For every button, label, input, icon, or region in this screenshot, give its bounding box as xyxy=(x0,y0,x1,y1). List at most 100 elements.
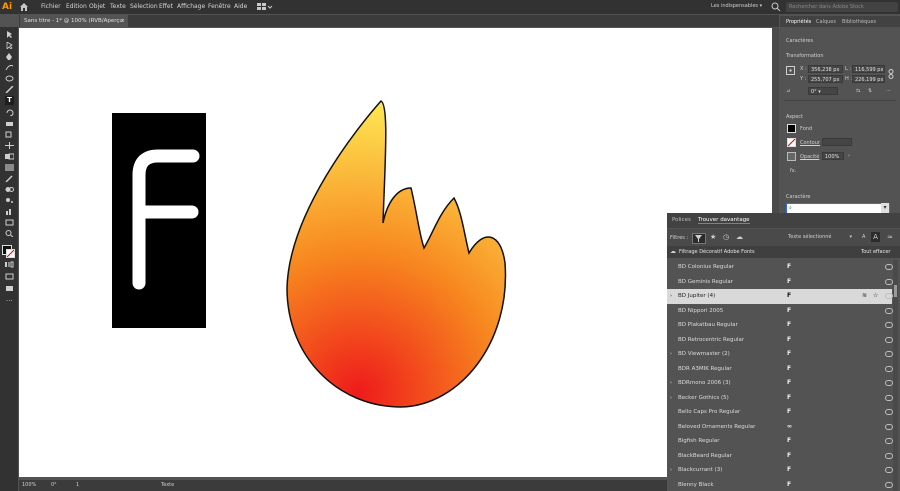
cloud-icon[interactable] xyxy=(885,452,893,459)
tab-bibliotheques[interactable]: Bibliothèques xyxy=(842,19,876,25)
more-options-icon[interactable]: ··· xyxy=(886,88,891,94)
arrange-documents-icon[interactable] xyxy=(257,3,273,11)
expand-chevron-icon[interactable]: › xyxy=(670,467,672,473)
cloud-icon[interactable] xyxy=(885,380,893,386)
size-large-a[interactable]: A xyxy=(871,232,880,242)
cloud-icon[interactable] xyxy=(885,278,893,285)
search-icon[interactable] xyxy=(771,2,781,12)
cloud-icon[interactable] xyxy=(885,322,893,328)
menu-affichage[interactable]: Affichage xyxy=(177,3,205,10)
chevron-right-icon[interactable]: › xyxy=(848,153,850,159)
favorites-star-icon[interactable]: ★ xyxy=(710,233,716,241)
font-row[interactable]: BD Colonius Regular F xyxy=(667,260,893,275)
draw-mode-icon[interactable] xyxy=(5,273,14,280)
stroke-swatch[interactable] xyxy=(6,249,15,258)
fill-stroke-swatch[interactable] xyxy=(2,245,15,258)
flip-horizontal-icon[interactable]: ⇆ xyxy=(856,88,860,94)
font-row[interactable]: › BDRmono 2006 (3) F xyxy=(667,376,893,391)
similar-icon[interactable]: ≋ xyxy=(862,292,867,299)
recent-clock-icon[interactable]: ◷ xyxy=(723,233,729,241)
opacity-field[interactable]: 100% xyxy=(822,152,844,160)
reference-point-icon[interactable] xyxy=(786,66,795,75)
expand-chevron-icon[interactable]: › xyxy=(670,395,672,401)
pen-tool-icon[interactable] xyxy=(5,53,14,60)
height-field[interactable]: 226,199 px xyxy=(852,75,885,83)
menu-selection[interactable]: Sélection xyxy=(130,3,158,10)
size-small-a[interactable]: A xyxy=(862,234,865,240)
eyedropper-tool-icon[interactable] xyxy=(5,175,14,182)
color-mode-icon[interactable] xyxy=(5,261,14,268)
expand-chevron-icon[interactable]: › xyxy=(670,380,672,386)
menu-edition[interactable]: Edition xyxy=(66,3,87,10)
paintbrush-tool-icon[interactable] xyxy=(5,86,14,93)
workspace-switcher[interactable]: Les indispensables ▾ xyxy=(711,3,762,9)
column-graph-tool-icon[interactable] xyxy=(5,208,14,215)
shape-builder-tool-icon[interactable] xyxy=(5,153,14,160)
font-row[interactable]: BD Nippori 2005 F xyxy=(667,304,893,319)
filter-icon[interactable] xyxy=(692,233,706,244)
font-row[interactable]: BD Plakatbau Regular F xyxy=(667,318,893,333)
stock-search-input[interactable]: Rechercher dans Adobe Stock xyxy=(786,2,898,12)
clear-all-button[interactable]: Tout effacer xyxy=(861,249,890,255)
flip-vertical-icon[interactable]: ⇅ xyxy=(868,88,872,94)
selection-tool-icon[interactable] xyxy=(5,31,14,38)
tab-calques[interactable]: Calques xyxy=(816,19,836,25)
similar-fonts-icon[interactable]: ≈ xyxy=(887,233,893,241)
stroke-weight-field[interactable] xyxy=(822,138,852,146)
cloud-sync-icon[interactable]: ☁ xyxy=(736,233,743,241)
direct-selection-tool-icon[interactable] xyxy=(5,42,14,49)
cloud-icon[interactable] xyxy=(885,481,893,488)
tab-proprietes[interactable]: Propriétés xyxy=(786,19,811,25)
gradient-tool-icon[interactable] xyxy=(5,164,14,171)
cloud-icon[interactable] xyxy=(885,365,893,372)
font-row[interactable]: Bello Caps Pro Regular F xyxy=(667,405,893,420)
rotation-value[interactable]: 0° xyxy=(51,482,57,488)
sample-text-dropdown[interactable]: Texte sélectionné ▾ xyxy=(788,233,854,242)
document-tab[interactable]: Sans titre - 1* @ 100% (RVB/Aperçu GPU) … xyxy=(20,15,128,36)
cloud-icon[interactable] xyxy=(885,351,893,357)
width-tool-icon[interactable] xyxy=(5,142,14,149)
cloud-icon[interactable] xyxy=(885,336,893,343)
close-icon[interactable]: × xyxy=(120,15,125,27)
cloud-icon[interactable] xyxy=(885,438,893,444)
fill-color-swatch[interactable] xyxy=(787,124,796,133)
eraser-tool-icon[interactable] xyxy=(5,120,14,127)
x-field[interactable]: 356,238 px xyxy=(808,65,843,73)
font-row[interactable]: BD Geminis Regular F xyxy=(667,275,893,290)
menu-texte[interactable]: Texte xyxy=(110,3,126,10)
zoom-level[interactable]: 100% xyxy=(22,482,36,488)
font-row[interactable]: BlackBeard Regular F xyxy=(667,449,893,464)
y-field[interactable]: 255,707 px xyxy=(808,75,843,83)
angle-field[interactable]: 0° ▾ xyxy=(808,87,838,95)
cloud-icon[interactable] xyxy=(885,409,893,415)
width-field[interactable]: 116,599 px xyxy=(852,65,885,73)
cloud-icon[interactable] xyxy=(885,394,893,401)
font-row[interactable]: Bigfish Regular F xyxy=(667,434,893,449)
curvature-tool-icon[interactable] xyxy=(5,64,14,71)
artboard-canvas[interactable] xyxy=(19,28,779,477)
font-row[interactable]: › Becker Gothics (5) F xyxy=(667,391,893,406)
opacity-label[interactable]: Opacité xyxy=(800,154,819,160)
font-list-scrollbar-thumb[interactable] xyxy=(894,285,897,297)
expand-chevron-icon[interactable]: › xyxy=(670,351,672,357)
font-row[interactable]: › BD Viewmaster (2) F xyxy=(667,347,893,362)
font-row[interactable]: › BD Jupiter (4) F ≋ ☆ xyxy=(667,289,893,304)
cloud-icon[interactable] xyxy=(885,467,893,473)
zoom-tool-icon[interactable] xyxy=(5,230,14,237)
ellipse-tool-icon[interactable] xyxy=(5,75,14,82)
menu-fichier[interactable]: Fichier xyxy=(41,3,61,10)
menu-objet[interactable]: Objet xyxy=(89,3,105,10)
menu-aide[interactable]: Aide xyxy=(234,3,247,10)
flame-artwork[interactable] xyxy=(279,93,509,413)
expand-chevron-icon[interactable]: › xyxy=(670,293,672,299)
cloud-icon[interactable] xyxy=(885,293,893,299)
stroke-color-swatch[interactable] xyxy=(787,138,796,147)
artboard-tool-icon[interactable] xyxy=(5,219,14,226)
cloud-icon[interactable] xyxy=(885,423,893,430)
fx-button[interactable]: fx. xyxy=(790,168,796,174)
font-dropdown-toggle[interactable]: ▾ xyxy=(881,203,889,213)
cloud-icon[interactable] xyxy=(885,264,893,270)
link-proportions-icon[interactable] xyxy=(888,69,894,79)
favorite-star-icon[interactable]: ☆ xyxy=(873,292,878,299)
home-icon[interactable] xyxy=(19,2,29,12)
